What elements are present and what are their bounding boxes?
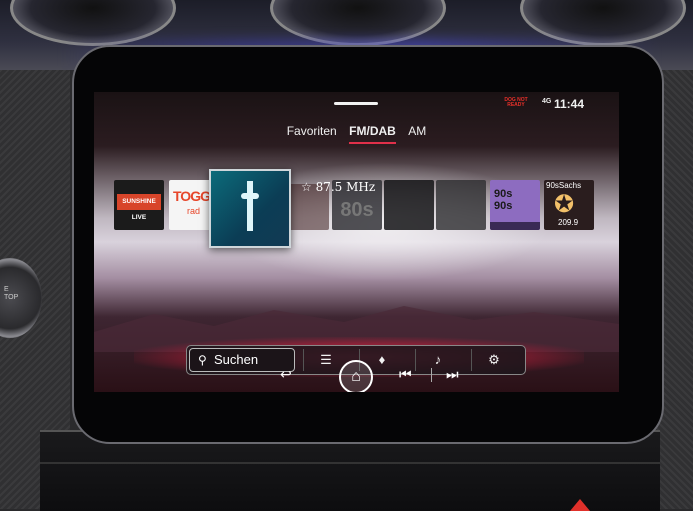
station-logo-sub: rad — [187, 206, 201, 216]
current-frequency: ☆ 87.5 MHz — [301, 180, 375, 194]
source-tabs: Favoriten FM/DAB AM — [94, 122, 619, 144]
signal-indicator: 4G — [542, 98, 552, 105]
hazard-icon — [570, 499, 590, 511]
skip-next-icon[interactable]: ⏭ — [446, 366, 459, 383]
frequency-label: 87.5 MHz — [315, 180, 376, 194]
station-frequency: 209.9 — [558, 218, 579, 227]
tab-favoriten[interactable]: Favoriten — [287, 124, 337, 142]
tab-am[interactable]: AM — [408, 124, 426, 142]
status-warning: DOG NOT READY — [504, 97, 528, 108]
display-bezel: DOG NOT READY 4G 11:44 Favoriten FM/DAB … — [72, 45, 664, 444]
clock: 11:44 — [554, 97, 585, 111]
pull-down-handle[interactable] — [334, 102, 378, 105]
navigation-bar: ↩ ⌂ ⏮ ⏭ — [94, 358, 619, 392]
station-tile-sunshine-live[interactable]: SUNSHINE LIVE — [114, 180, 164, 230]
favorite-star-icon[interactable]: ☆ — [301, 180, 312, 194]
station-tile-grey[interactable] — [436, 180, 486, 230]
station-logo: TOGG — [173, 188, 211, 204]
station-tile-90s-sachsen[interactable]: 90sSachs ✪ 209.9 — [544, 180, 594, 230]
station-tile-dark[interactable] — [384, 180, 434, 230]
tab-fm-dab[interactable]: FM/DAB — [349, 124, 396, 144]
back-arrow-icon[interactable]: ↩ — [280, 366, 292, 383]
star-logo-icon: ✪ — [554, 191, 575, 218]
tv-tower-icon — [247, 181, 253, 231]
station-name: 90sSachs — [546, 181, 582, 190]
infotainment-screen: DOG NOT READY 4G 11:44 Favoriten FM/DAB … — [94, 92, 619, 392]
skip-previous-icon[interactable]: ⏮ — [399, 366, 412, 383]
station-tile-90s90s[interactable]: 90s 90s — [490, 180, 540, 230]
current-station-cover[interactable] — [209, 169, 291, 248]
home-icon[interactable]: ⌂ — [339, 360, 373, 392]
station-logo: SUNSHINE LIVE — [117, 194, 161, 221]
engine-start-stop-button: E TOP — [0, 258, 42, 338]
